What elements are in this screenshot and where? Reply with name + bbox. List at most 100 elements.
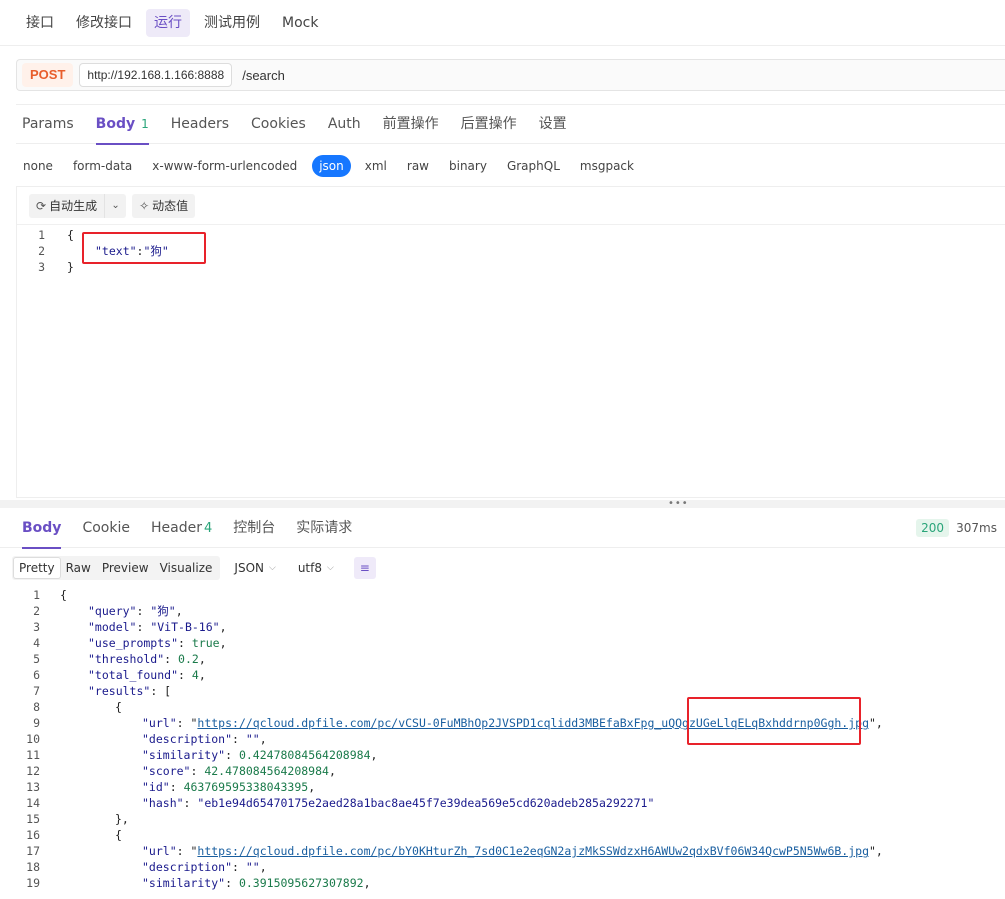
body-type-xml[interactable]: xml xyxy=(365,155,387,177)
json-key: "hash" xyxy=(142,796,184,810)
code-text: "threshold": 0.2, xyxy=(88,652,206,666)
body-type-none[interactable]: none xyxy=(23,155,53,177)
code-line: 4 "use_prompts": true, xyxy=(12,635,883,651)
body-type-raw[interactable]: raw xyxy=(407,155,429,177)
tab-run[interactable]: 运行 xyxy=(146,8,190,37)
chevron-down-icon: ⌵ xyxy=(268,563,276,573)
line-number: 4 xyxy=(33,636,40,650)
line-number: 10 xyxy=(26,732,40,746)
code-line: 19 "similarity": 0.3915095627307892, xyxy=(12,875,883,891)
code-text: "url": "https://qcloud.dpfile.com/pc/bY0… xyxy=(142,844,883,858)
tab-pre-operations[interactable]: 前置操作 xyxy=(383,104,439,144)
tab-settings[interactable]: 设置 xyxy=(539,104,567,144)
environment-host[interactable]: http://192.168.1.166:8888 xyxy=(79,63,233,87)
code-line: 12 "score": 42.478084564208984, xyxy=(12,763,883,779)
code-line: 2 "query": "狗", xyxy=(12,603,883,619)
json-key: "similarity" xyxy=(142,748,226,762)
json-key: "similarity" xyxy=(142,876,226,890)
code-text: "model": "ViT-B-16", xyxy=(88,620,227,634)
json-value: "eb1e94d65470175e2aed28a1bac8ae45f7e39de… xyxy=(197,796,655,810)
code-text: } xyxy=(67,260,74,274)
code-text: }, xyxy=(115,812,129,826)
auto-generate-split: ⟳ 自动生成 ⌄ xyxy=(29,193,127,218)
code-text: { xyxy=(115,828,122,842)
encoding-select[interactable]: utf8 ⌵ xyxy=(298,561,334,575)
encoding-select-value: utf8 xyxy=(297,561,322,575)
dynamic-value-label: 动态值 xyxy=(152,198,189,213)
response-toolbar: Pretty Raw Preview Visualize JSON ⌵ utf8 ⌵… xyxy=(12,556,376,580)
json-key: "description" xyxy=(142,732,233,746)
code-line: 16 { xyxy=(12,827,883,843)
tab-test-cases[interactable]: 测试用例 xyxy=(196,9,268,37)
line-number: 11 xyxy=(26,748,40,762)
tab-actual-request[interactable]: 实际请求 xyxy=(296,508,352,548)
code-line: 13 "id": 463769595338043395, xyxy=(12,779,883,795)
line-number: 15 xyxy=(26,812,40,826)
tab-console[interactable]: 控制台 xyxy=(233,508,275,548)
body-type-json[interactable]: json xyxy=(312,155,351,177)
json-value: 4 xyxy=(191,668,199,682)
tab-response-header[interactable]: Header 4 xyxy=(151,508,212,548)
line-number: 2 xyxy=(33,604,40,618)
chevron-down-icon[interactable]: ⌄ xyxy=(104,193,127,218)
view-raw-button[interactable]: Raw xyxy=(61,558,96,578)
tab-mock[interactable]: Mock xyxy=(274,9,326,37)
line-number: 3 xyxy=(33,620,40,634)
line-number: 19 xyxy=(26,876,40,890)
dynamic-value-button[interactable]: ✧ 动态值 xyxy=(132,193,196,218)
body-type-urlencoded[interactable]: x-www-form-urlencoded xyxy=(152,155,297,177)
code-text: "similarity": 0.42478084564208984, xyxy=(142,748,378,762)
tab-params[interactable]: Params xyxy=(22,104,74,144)
body-type-msgpack[interactable]: msgpack xyxy=(580,155,634,177)
editor-toolbar: ⟳ 自动生成 ⌄ ✧ 动态值 xyxy=(17,187,1005,225)
tab-interface[interactable]: 接口 xyxy=(18,9,62,37)
tab-body[interactable]: Body 1 xyxy=(95,104,149,145)
line-number: 17 xyxy=(26,844,40,858)
json-key: "score" xyxy=(142,764,191,778)
body-type-form-data[interactable]: form-data xyxy=(73,155,132,177)
json-key: "url" xyxy=(142,844,177,858)
line-number: 18 xyxy=(26,860,40,874)
code-text: { xyxy=(60,588,67,602)
json-value: true xyxy=(191,636,220,650)
code-line: 1{ xyxy=(12,587,883,603)
line-number: 3 xyxy=(38,260,45,274)
tab-headers[interactable]: Headers xyxy=(171,104,229,144)
line-number: 6 xyxy=(33,668,40,682)
tab-body-label: Body xyxy=(95,116,136,132)
http-method-select[interactable]: POST xyxy=(22,63,74,87)
code-text: "similarity": 0.3915095627307892, xyxy=(142,876,371,890)
line-number: 16 xyxy=(26,828,40,842)
tab-response-header-count: 4 xyxy=(203,520,213,536)
wrap-lines-icon[interactable]: ≡ xyxy=(353,557,376,579)
tab-edit-interface[interactable]: 修改接口 xyxy=(68,9,140,37)
line-number: 13 xyxy=(26,780,40,794)
line-number: 7 xyxy=(33,684,40,698)
view-preview-button[interactable]: Preview xyxy=(97,558,154,578)
tab-post-operations[interactable]: 后置操作 xyxy=(461,104,517,144)
body-type-graphql[interactable]: GraphQL xyxy=(507,155,560,177)
json-value: 463769595338043395 xyxy=(183,780,309,794)
json-value: "" xyxy=(245,860,260,874)
tab-cookies[interactable]: Cookies xyxy=(251,104,306,144)
request-tab-bar: Params Body 1 Headers Cookies Auth 前置操作 后… xyxy=(16,104,1005,145)
code-text: { xyxy=(67,228,74,242)
code-text: { xyxy=(115,700,122,714)
json-value: 42.478084564208984 xyxy=(204,764,329,778)
body-type-binary[interactable]: binary xyxy=(449,155,487,177)
url-path-input[interactable]: /search xyxy=(242,68,285,83)
tab-response-cookie[interactable]: Cookie xyxy=(82,508,130,548)
auto-generate-button[interactable]: ⟳ 自动生成 xyxy=(29,193,105,218)
tab-response-body[interactable]: Body xyxy=(22,508,62,549)
result-url-link[interactable]: https://qcloud.dpfile.com/pc/bY0KHturZh_… xyxy=(197,844,869,858)
view-mode-group: Pretty Raw Preview Visualize xyxy=(12,556,221,580)
tab-auth[interactable]: Auth xyxy=(328,104,361,144)
view-visualize-button[interactable]: Visualize xyxy=(155,558,218,578)
format-select[interactable]: JSON ⌵ xyxy=(234,561,275,575)
request-url-bar: POST http://192.168.1.166:8888 /search xyxy=(16,59,1005,91)
code-text: "hash": "eb1e94d65470175e2aed28a1bac8ae4… xyxy=(142,796,655,810)
json-key: "id" xyxy=(142,780,170,794)
line-number: 1 xyxy=(33,588,40,602)
code-text: "results": [ xyxy=(88,684,172,698)
view-pretty-button[interactable]: Pretty xyxy=(14,558,60,578)
